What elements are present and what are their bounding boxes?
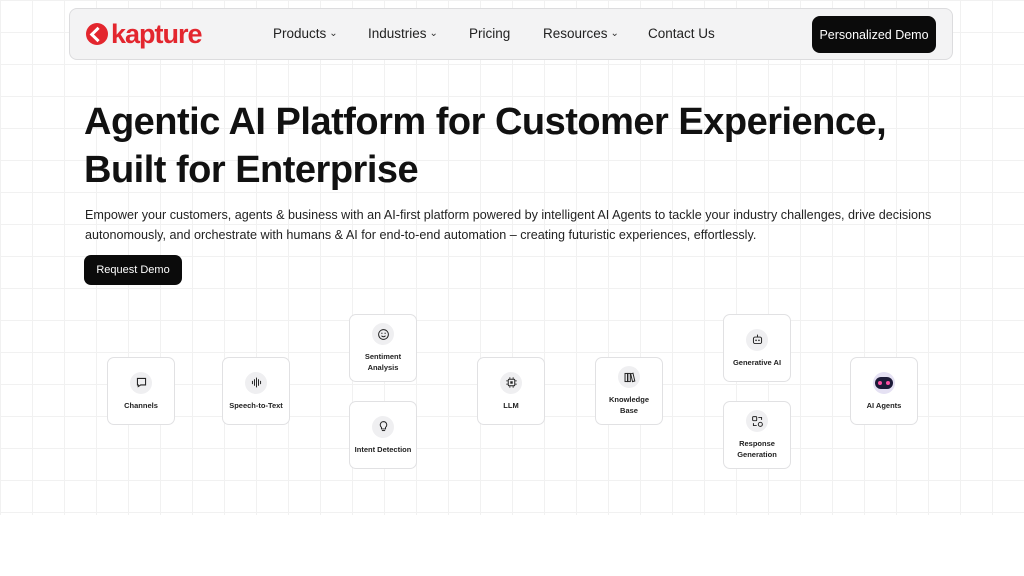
chevron-down-icon: ⌄ bbox=[329, 28, 338, 39]
smile-icon bbox=[372, 323, 394, 345]
nav-contact-us[interactable]: Contact Us bbox=[648, 26, 715, 41]
top-navigation: kapture Products ⌄ Industries ⌄ Pricing Re… bbox=[69, 8, 953, 60]
hero-title-line-2: Built for Enterprise bbox=[84, 149, 419, 191]
books-icon bbox=[618, 366, 640, 388]
chat-icon bbox=[130, 371, 152, 394]
hero-subtitle: Empower your customers, agents & busines… bbox=[85, 208, 932, 242]
card-intent-detection: Intent Detection bbox=[349, 401, 417, 469]
chip-icon bbox=[500, 371, 522, 394]
hero-title-line-1: Agentic AI Platform for Customer Experie… bbox=[84, 101, 887, 143]
logo-mark-icon bbox=[86, 23, 108, 45]
card-speech-to-text: Speech-to-Text bbox=[222, 357, 290, 425]
nav-resources[interactable]: Resources ⌄ bbox=[543, 26, 619, 41]
card-sentiment-analysis: Sentiment Analysis bbox=[349, 314, 417, 382]
personalized-demo-button[interactable]: Personalized Demo bbox=[812, 16, 936, 53]
card-response-generation: Response Generation bbox=[723, 401, 791, 469]
nav-pricing[interactable]: Pricing bbox=[469, 26, 510, 41]
card-llm: LLM bbox=[477, 357, 545, 425]
waveform-icon bbox=[245, 371, 267, 394]
card-channels: Channels bbox=[107, 357, 175, 425]
ai-bot-icon bbox=[873, 371, 895, 394]
card-generative-ai: Generative AI bbox=[723, 314, 791, 382]
chevron-down-icon: ⌄ bbox=[610, 28, 619, 39]
lightbulb-icon bbox=[372, 415, 394, 438]
card-ai-agents: AI Agents bbox=[850, 357, 918, 425]
nav-industries[interactable]: Industries ⌄ bbox=[368, 26, 438, 41]
kapture-logo[interactable]: kapture bbox=[86, 19, 203, 49]
card-knowledge-base: Knowledge Base bbox=[595, 357, 663, 425]
nav-products[interactable]: Products ⌄ bbox=[273, 26, 338, 41]
request-demo-button[interactable]: Request Demo bbox=[84, 255, 182, 285]
robot-icon bbox=[746, 328, 768, 351]
chevron-down-icon: ⌄ bbox=[429, 28, 438, 39]
logo-text: kapture bbox=[111, 19, 203, 49]
hero-title: Agentic AI Platform for Customer Experie… bbox=[84, 98, 944, 194]
transform-icon bbox=[746, 410, 768, 432]
